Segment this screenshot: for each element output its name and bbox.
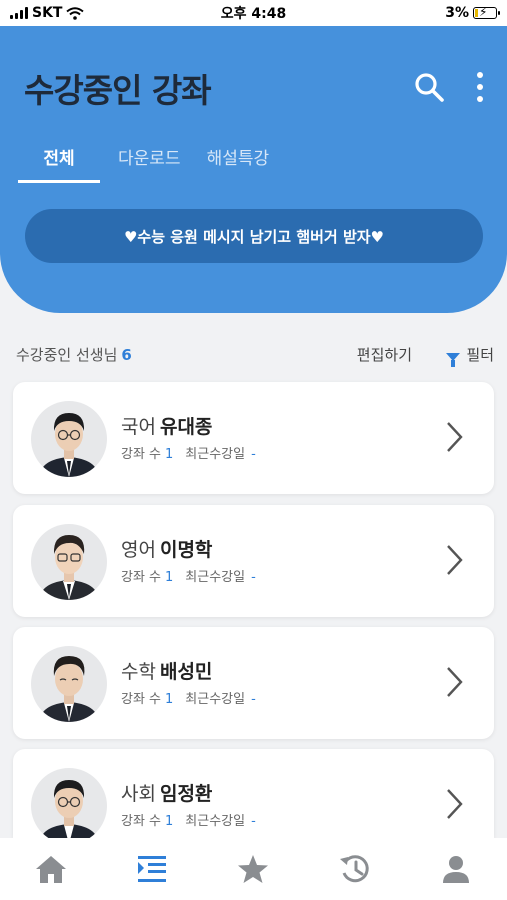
- tab-download[interactable]: 다운로드: [118, 144, 181, 184]
- teacher-avatar: [31, 768, 107, 844]
- teacher-avatar: [31, 524, 107, 600]
- teacher-title: 영어 이명학: [121, 535, 212, 562]
- bottom-nav: [0, 838, 507, 900]
- lecture-count: 1: [165, 814, 174, 829]
- more-dot-icon: [477, 96, 483, 102]
- teacher-meta: 강좌 수 1 최근수강일 -: [121, 566, 256, 585]
- home-icon: [35, 856, 66, 883]
- chevron-right-icon: [447, 667, 463, 697]
- teacher-card[interactable]: 사회 임정환 강좌 수 1 최근수강일 -: [13, 749, 494, 844]
- profile-icon: [443, 856, 470, 883]
- nav-history[interactable]: [335, 849, 375, 889]
- teacher-avatar: [31, 401, 107, 477]
- recent-date: -: [251, 692, 256, 707]
- teacher-name: 유대종: [159, 416, 213, 438]
- tab-bar: 전체 다운로드 해설특강: [18, 144, 295, 184]
- chevron-right-icon: [447, 789, 463, 819]
- teacher-photo-icon: [39, 656, 99, 722]
- lecture-count: 1: [165, 692, 174, 707]
- teacher-name: 이명학: [159, 539, 213, 561]
- lecture-list-icon: [138, 856, 167, 882]
- recent-date-label: 최근수강일: [185, 814, 246, 829]
- teacher-photo-icon: [39, 413, 99, 477]
- lecture-count-label: 강좌 수: [121, 692, 162, 707]
- teacher-title: 사회 임정환: [121, 779, 212, 806]
- teacher-card[interactable]: 수학 배성민 강좌 수 1 최근수강일 -: [13, 627, 494, 739]
- teacher-meta: 강좌 수 1 최근수강일 -: [121, 688, 256, 707]
- recent-date-label: 최근수강일: [185, 447, 246, 462]
- recent-date: -: [251, 570, 256, 585]
- edit-button[interactable]: 편집하기: [357, 344, 412, 365]
- status-right: 3% ⚡: [445, 5, 500, 21]
- recent-date: -: [251, 447, 256, 462]
- teacher-subject: 국어: [121, 416, 156, 438]
- status-time: 오후 4:48: [220, 6, 287, 22]
- chevron-right-icon: [447, 422, 463, 452]
- teacher-count: 6: [121, 346, 132, 364]
- search-button[interactable]: [412, 70, 446, 104]
- tab-special[interactable]: 해설특강: [207, 144, 270, 184]
- lecture-count-label: 강좌 수: [121, 447, 162, 462]
- teacher-name: 임정환: [159, 783, 213, 805]
- battery-percent: 3%: [445, 5, 469, 21]
- event-banner-button[interactable]: ♥수능 응원 메시지 남기고 햄버거 받자♥: [25, 209, 483, 263]
- star-icon: [238, 855, 269, 883]
- teacher-card[interactable]: 국어 유대종 강좌 수 1 최근수강일 -: [13, 382, 494, 494]
- nav-home[interactable]: [31, 849, 71, 889]
- chevron-right-icon: [447, 545, 463, 575]
- teacher-meta: 강좌 수 1 최근수강일 -: [121, 810, 256, 829]
- status-bar: SKT 오후 4:48 3% ⚡: [0, 0, 507, 26]
- lecture-count: 1: [165, 570, 174, 585]
- teacher-avatar: [31, 646, 107, 722]
- lecture-count: 1: [165, 447, 174, 462]
- list-header: 수강중인 선생님 6 편집하기 필터: [16, 344, 494, 367]
- more-dot-icon: [477, 84, 483, 90]
- teacher-title: 국어 유대종: [121, 412, 212, 439]
- nav-lectures[interactable]: [132, 849, 172, 889]
- teacher-photo-icon: [39, 535, 99, 600]
- recent-date-label: 최근수강일: [185, 692, 246, 707]
- search-icon: [415, 73, 444, 102]
- more-options-button[interactable]: [470, 70, 490, 104]
- more-dot-icon: [477, 72, 483, 78]
- teacher-meta: 강좌 수 1 최근수강일 -: [121, 443, 256, 462]
- filter-button[interactable]: 필터: [446, 344, 494, 367]
- tab-all[interactable]: 전체: [18, 144, 100, 184]
- teacher-card[interactable]: 영어 이명학 강좌 수 1 최근수강일 -: [13, 505, 494, 617]
- battery-icon: ⚡: [473, 5, 500, 19]
- filter-icon: [446, 352, 461, 367]
- teacher-subject: 영어: [121, 539, 156, 561]
- page-title: 수강중인 강좌: [24, 71, 212, 110]
- teacher-subject: 사회: [121, 783, 156, 805]
- history-icon: [339, 855, 369, 883]
- nav-favorites[interactable]: [233, 849, 273, 889]
- lecture-count-label: 강좌 수: [121, 814, 162, 829]
- lecture-count-label: 강좌 수: [121, 570, 162, 585]
- list-header-label: 수강중인 선생님: [16, 346, 118, 364]
- recent-date: -: [251, 814, 256, 829]
- teacher-photo-icon: [39, 780, 99, 844]
- filter-label: 필터: [466, 346, 494, 364]
- recent-date-label: 최근수강일: [185, 570, 246, 585]
- teacher-subject: 수학: [121, 661, 156, 683]
- header: 수강중인 강좌 전체 다운로드 해설특강 ♥수능 응원 메시지 남기고 햄버거 …: [0, 26, 507, 313]
- teacher-name: 배성민: [159, 661, 213, 683]
- nav-profile[interactable]: [436, 849, 476, 889]
- teacher-title: 수학 배성민: [121, 657, 212, 684]
